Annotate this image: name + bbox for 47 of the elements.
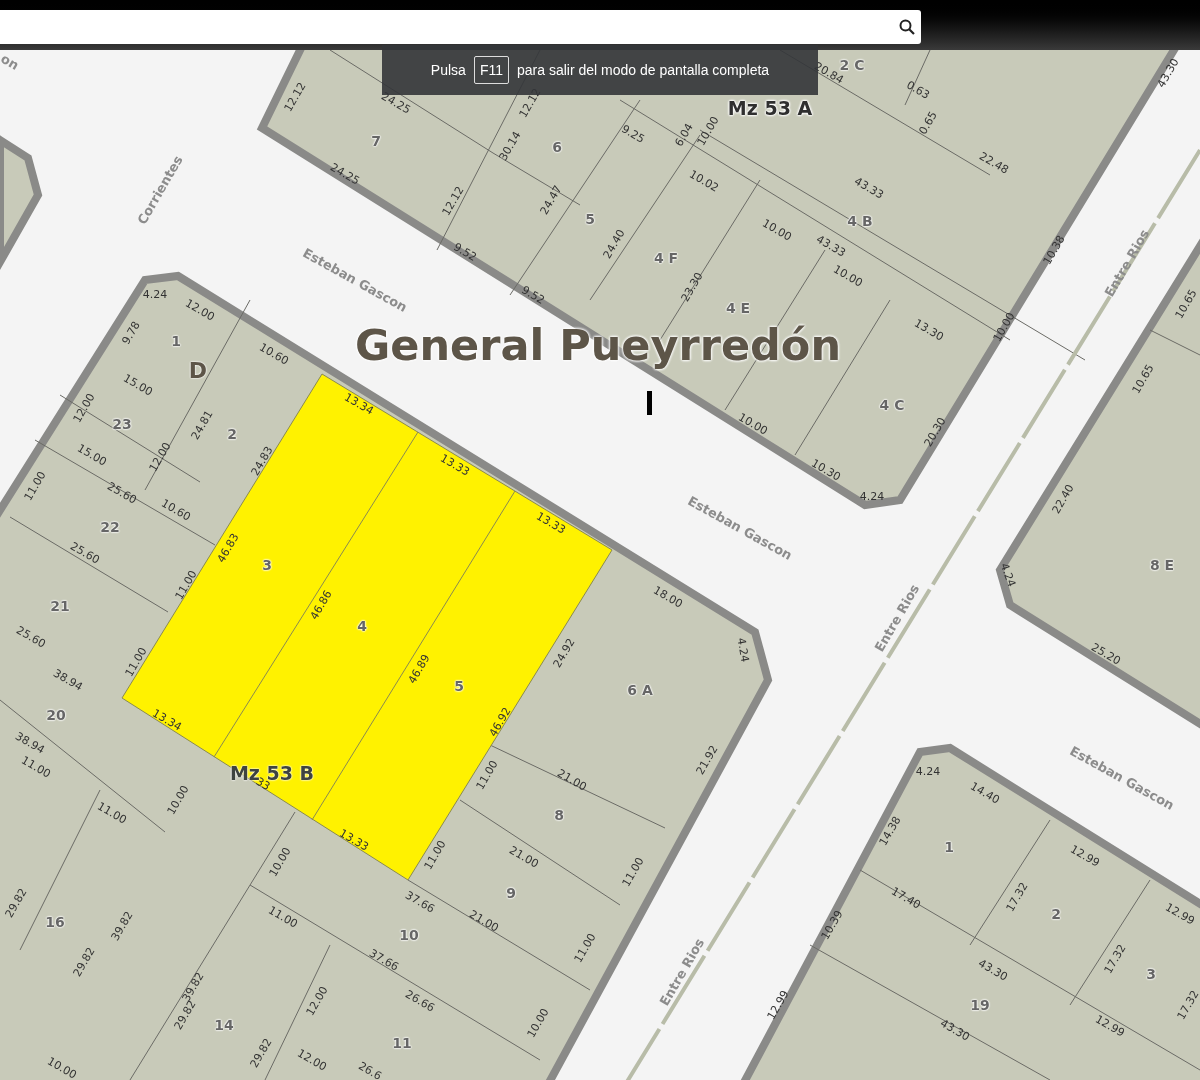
parcel-number: 22 <box>100 520 120 534</box>
parcel-number: 4 F <box>653 251 679 265</box>
parcel-number: 2 <box>227 427 237 441</box>
measurement-label: 0.63 <box>904 79 932 101</box>
notice-text: Pulsa <box>430 60 466 80</box>
parcel-number: 20 <box>46 708 66 722</box>
parcel-number: 10 <box>399 928 419 942</box>
measurement-label: 9.25 <box>619 123 647 145</box>
parcel-number: 16 <box>45 915 65 929</box>
parcel-number: 14 <box>214 1018 234 1032</box>
map-title: General Pueyrredón <box>355 323 841 367</box>
measurement-label: 9.52 <box>519 284 547 306</box>
parcel-number: 1 <box>944 840 954 854</box>
measurement-label: 4.24 <box>998 561 1018 589</box>
block-label: Mz 53 A <box>727 98 813 118</box>
block-label: D <box>188 360 208 382</box>
search-field[interactable] <box>0 10 921 44</box>
measurement-label: 9.52 <box>451 241 479 263</box>
text-cursor-icon <box>647 391 652 415</box>
measurement-label: 4.24 <box>735 637 751 663</box>
street-label: on <box>0 51 22 73</box>
measurement-label: 4.24 <box>142 288 168 300</box>
parcel-number: 2 <box>1051 907 1061 921</box>
parcel-number: 7 <box>371 134 381 148</box>
parcel-number: 3 <box>1146 967 1156 981</box>
parcel-number: 1 <box>171 334 181 348</box>
parcel-number: 5 <box>585 212 595 226</box>
parcel-number: 11 <box>392 1036 412 1050</box>
search-icon[interactable] <box>899 19 915 35</box>
parcel-number: 8 E <box>1149 558 1175 572</box>
notice-text: para salir del modo de pantalla completa <box>517 60 770 80</box>
parcel-number: 8 <box>554 808 564 822</box>
measurement-label: 26.6 <box>356 1060 384 1080</box>
parcel-number: 9 <box>506 886 516 900</box>
parcel-number: 5 <box>454 679 464 693</box>
key-hint: F11 <box>473 56 509 84</box>
parcel-number: 6 <box>552 140 562 154</box>
parcel-number: 4 <box>357 619 367 633</box>
parcel-number: 23 <box>112 417 132 431</box>
parcel-number: 4 C <box>879 398 905 412</box>
parcel-number: 19 <box>970 998 990 1012</box>
parcel-number: 3 <box>262 558 272 572</box>
parcel-number: 4 E <box>725 301 751 315</box>
measurement-label: 4.24 <box>915 765 941 777</box>
parcel-number: 6 A <box>627 683 653 697</box>
parcel-number: 21 <box>50 599 70 613</box>
measurement-label: 4.24 <box>859 490 885 502</box>
